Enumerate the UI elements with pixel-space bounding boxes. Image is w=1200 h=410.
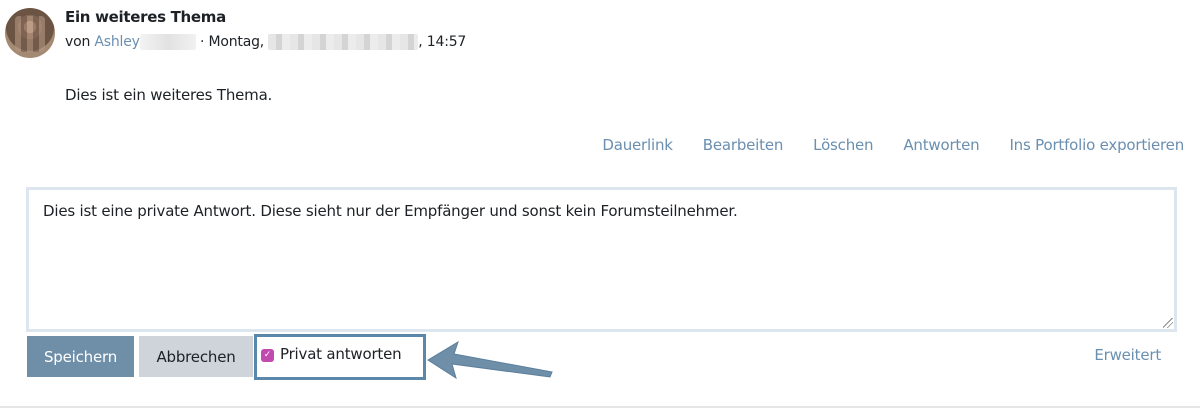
delete-link[interactable]: Löschen [813,136,873,154]
byline-prefix: von [65,34,91,50]
post-subject: Ein weiteres Thema [65,8,226,26]
resize-handle[interactable] [1163,318,1173,328]
post-commands: Dauerlink Bearbeiten Löschen Antworten I… [602,136,1184,154]
author-link[interactable]: Ashley [94,34,140,50]
divider [0,406,1200,408]
post-header: Ein weiteres Thema von Ashley · Montag, … [5,8,705,64]
arrow-shape [427,340,553,380]
post-content: Dies ist ein weiteres Thema. [65,86,273,104]
private-reply-checkbox[interactable]: ✓ [261,349,274,362]
post-byline: von Ashley · Montag, , 14:57 [65,34,466,50]
byline-day: · Montag, [200,34,265,50]
cancel-button[interactable]: Abbrechen [139,336,253,377]
private-reply-label[interactable]: Privat antworten [280,345,402,363]
reply-textarea[interactable]: Dies ist eine private Antwort. Diese sie… [29,190,1174,329]
advanced-link[interactable]: Erweitert [1094,346,1161,364]
private-reply-highlight: ✓ Privat antworten [254,334,426,380]
redacted-surname [139,34,196,50]
save-button[interactable]: Speichern [27,336,134,377]
reply-editor: Dies ist eine private Antwort. Diese sie… [26,187,1177,332]
export-portfolio-link[interactable]: Ins Portfolio exportieren [1009,136,1184,154]
byline-time: , 14:57 [418,34,467,50]
edit-link[interactable]: Bearbeiten [703,136,784,154]
redacted-date [268,34,419,50]
avatar[interactable] [5,8,55,58]
reply-link[interactable]: Antworten [903,136,979,154]
permalink-link[interactable]: Dauerlink [602,136,673,154]
annotation-arrow [427,340,553,380]
